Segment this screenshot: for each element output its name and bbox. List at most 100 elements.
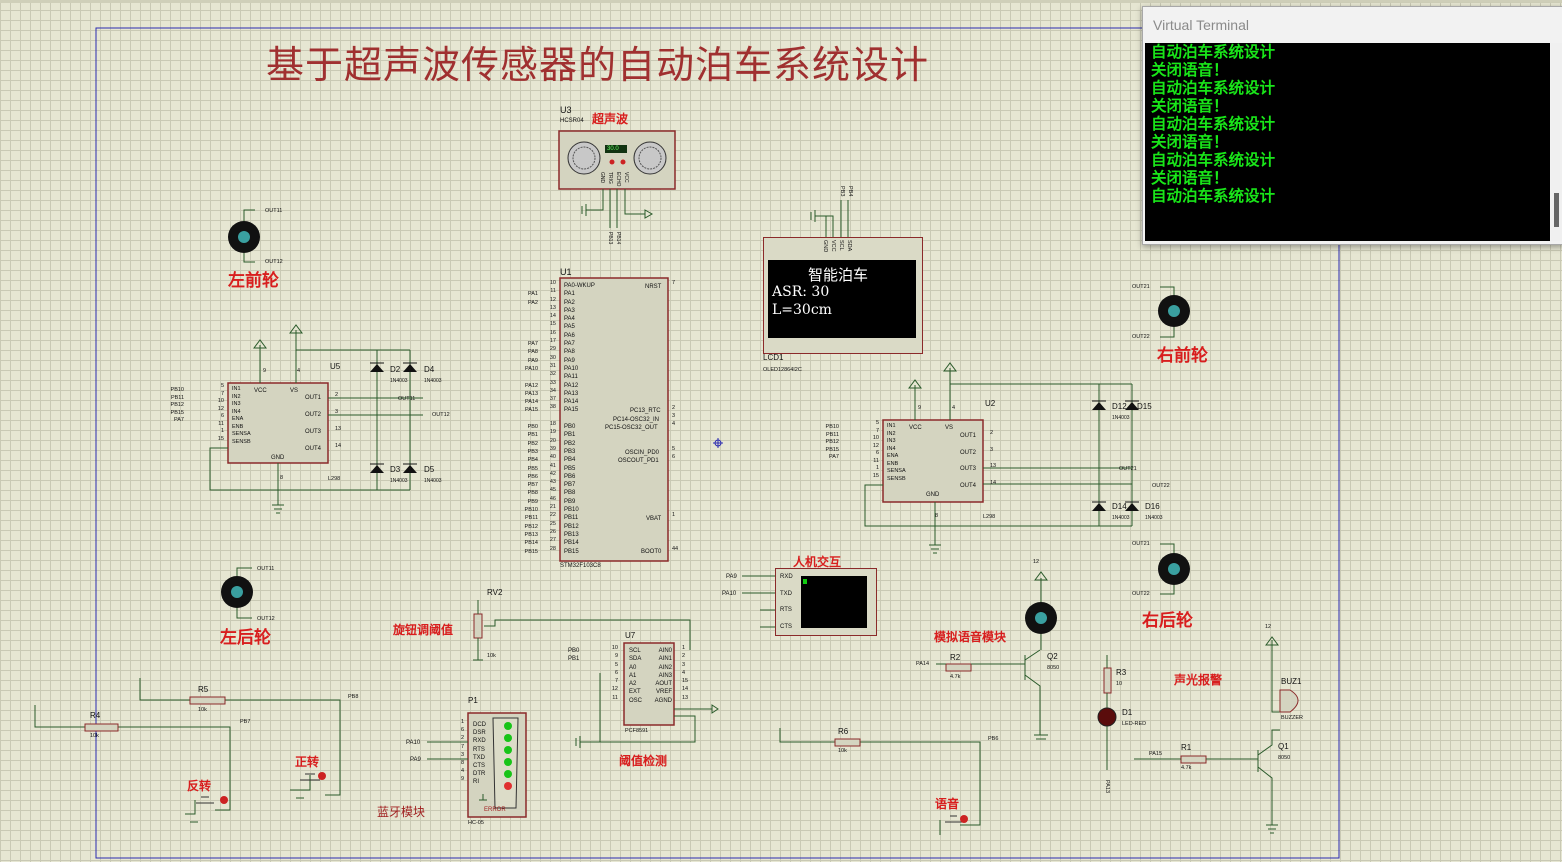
virtual-terminal-screen[interactable]: 自动泊车系统设计 关闭语音！ 自动泊车系统设计 关闭语音！ 自动泊车系统设计 关闭语音！自…: [1145, 43, 1550, 241]
u2-pin-label: IN2: [887, 430, 896, 437]
voice-button[interactable]: [960, 815, 968, 823]
u1-net-label: PB3: [527, 448, 538, 455]
scrollbar-thumb[interactable]: [1554, 193, 1559, 227]
u1-pin-number: 21: [549, 504, 556, 511]
u5-pin-label: IN3: [232, 401, 241, 407]
r1-ref: R1: [1181, 743, 1192, 752]
u2-net-out22: OUT22: [1152, 483, 1170, 489]
u2-out4-num: 14: [990, 480, 997, 486]
u1-pin-number: [542, 412, 556, 420]
u1-pin-label: PB3: [564, 448, 576, 455]
u1-pin-label: PA9: [564, 357, 575, 364]
u5-out1-num: 2: [335, 392, 339, 398]
u5-pin9: 9: [263, 368, 267, 374]
u1-net-label: PA9: [528, 357, 538, 364]
u3-pin-vcc: VCC: [623, 172, 629, 183]
p1-nums: 1 6273 849: [452, 718, 464, 784]
u7-ref: U7: [625, 631, 636, 640]
q2-part: 8050: [1047, 665, 1060, 671]
u7-pin-number: 12: [611, 686, 618, 693]
u1-pin-label: PA3: [564, 307, 575, 314]
u2-out4: OUT4: [960, 483, 977, 489]
u7-pin-label: AIN0: [658, 648, 672, 654]
u2-pin-number: 1: [875, 465, 879, 471]
u5-out3: OUT3: [305, 429, 322, 435]
p1-pin-number: 6: [460, 727, 464, 734]
d12-ref: D12: [1112, 402, 1127, 411]
u7-pin-number: 3: [682, 661, 686, 668]
m-rr-b: OUT22: [1132, 591, 1150, 597]
u7-pin-label: A0: [629, 664, 637, 671]
u5-out1: OUT1: [305, 395, 322, 401]
u2-pin-label: IN1: [887, 423, 896, 429]
u5-pin-number: 7: [220, 390, 224, 397]
u1-pin-label: PB10: [564, 507, 579, 514]
u1-net-label: PA14: [524, 399, 538, 406]
p1-pin-number: 3: [460, 751, 464, 758]
u2-net-label: PA7: [829, 454, 839, 460]
label-hmi: 人机交互: [793, 555, 842, 569]
u1-net-label: PB4: [527, 457, 538, 464]
u1-num-oscout: 6: [672, 454, 676, 460]
u2-pin-number: 12: [872, 442, 879, 449]
buz1-part: BUZZER: [1281, 715, 1303, 721]
u5-net-out11: OUT11: [398, 396, 416, 402]
d3-part: 1N4003: [390, 478, 408, 484]
u2-net-label: PB15: [825, 446, 839, 453]
u7-pin-number: 9: [614, 653, 618, 660]
u1-pin-label: PB5: [564, 465, 576, 472]
p1-pins: DCD DSR RXD RTS TXD CTS DTR RI: [473, 721, 486, 787]
u2-pin-number: 11: [873, 457, 879, 464]
virtual-terminal-window[interactable]: Virtual Terminal 自动泊车系统设计 关闭语音！ 自动泊车系统设计 关闭…: [1142, 6, 1562, 245]
u1-pin-label: PB0: [564, 424, 576, 431]
u1-left-pin-nums: 10 11 12 13 14 15 16 17 29 30 31 32 33 34 37 38 18 19 20 3…: [542, 279, 556, 553]
u1-net-label: [500, 307, 538, 315]
u2-out2: OUT2: [960, 450, 977, 456]
virtual-terminal-scrollbar[interactable]: [1551, 43, 1562, 241]
oled-pin-scl: SCL: [838, 240, 844, 251]
u2-ref: U2: [985, 399, 996, 408]
p1-pin-number: 9: [460, 776, 464, 783]
u1-pin-pc14: PC14-OSC32_IN: [613, 417, 660, 423]
u1-pin-number: 46: [549, 495, 556, 502]
u7-net-pb0: PB0: [568, 648, 580, 654]
u5-pin-label: IN4: [232, 408, 241, 415]
hmi-led: [803, 579, 807, 584]
u1-pin-label: PA7: [564, 341, 575, 348]
d16-ref: D16: [1145, 502, 1160, 511]
u1-net-label: PB7: [527, 482, 538, 489]
d3-ref: D3: [390, 465, 401, 474]
u1-part: STM32F103C8: [560, 563, 601, 569]
u1-net-label: PB0: [527, 424, 538, 431]
u5-pin-number: 11: [218, 420, 224, 427]
r6-val: 10k: [838, 748, 847, 754]
u7-pin-label: VREF: [655, 689, 672, 696]
u7-pin-number: 14: [682, 686, 689, 693]
u5-pin4: 4: [297, 368, 301, 374]
forward-button[interactable]: [318, 772, 326, 780]
u1-net-label: PB2: [527, 440, 538, 447]
u1-net-label: [500, 415, 538, 423]
r4-val: 10k: [90, 733, 99, 739]
r1-net: PA15: [1149, 751, 1163, 757]
u1-pin-number: 14: [549, 313, 556, 320]
m-lf-b: OUT12: [265, 259, 283, 265]
label-reverse: 反转: [187, 779, 212, 793]
u2-out1: OUT1: [960, 433, 977, 439]
r2-ref: R2: [950, 653, 961, 662]
u3-pin-echo: ECHO: [615, 172, 621, 187]
u1-pin-label: PA5: [564, 324, 575, 331]
hmi-pin-rts: RTS: [780, 607, 792, 613]
d4-ref: D4: [424, 365, 435, 374]
u1-pin-number: 42: [549, 470, 556, 477]
m-lr-b: OUT12: [257, 616, 275, 622]
u7-part: PCF8591: [625, 728, 649, 734]
reverse-button[interactable]: [220, 796, 228, 804]
u1-pin-boot0: BOOT0: [641, 549, 662, 555]
u5-gnd: GND: [271, 455, 285, 461]
u5-out3-num: 13: [335, 426, 342, 432]
u7-left-nums: 10 9 5 6 7 12 11: [606, 644, 618, 702]
u1-pin-oscout: OSCOUT_PD1: [618, 458, 659, 464]
u1-pin-label: PB11: [564, 515, 579, 522]
p1-pin-number: 7: [460, 743, 464, 750]
